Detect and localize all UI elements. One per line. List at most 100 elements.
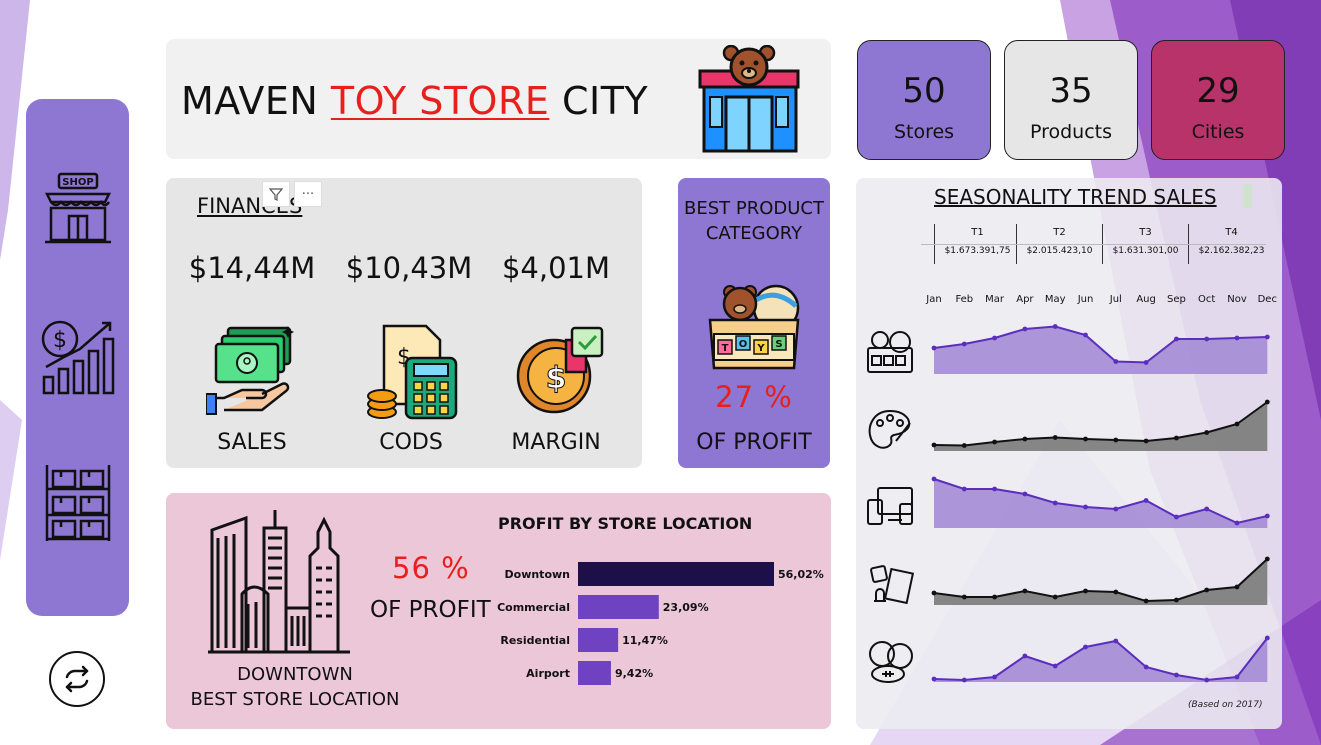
sales-label: SALES bbox=[217, 430, 287, 455]
month-label: Nov bbox=[1227, 294, 1247, 305]
month-label: Feb bbox=[955, 294, 973, 305]
profit-by-location-chart: Downtown 56,02% Commercial 23,09% Residentia… bbox=[497, 562, 824, 685]
margin-value: $4,01M bbox=[501, 251, 611, 285]
series-point bbox=[1083, 332, 1088, 338]
bar-data-label: 9,42% bbox=[615, 667, 653, 680]
month-label: Mar bbox=[985, 294, 1005, 305]
title-card: MAVEN TOY STORE CITY bbox=[166, 39, 831, 159]
seasonality-title: SEASONALITY TREND SALES bbox=[934, 185, 1217, 209]
svg-text:O: O bbox=[739, 339, 748, 350]
bar-downtown bbox=[578, 562, 774, 586]
series-point bbox=[1204, 587, 1210, 593]
series-point bbox=[1083, 644, 1088, 650]
cods-value: $10,43M bbox=[345, 251, 473, 285]
electronics-icon bbox=[867, 487, 913, 525]
series-point bbox=[961, 486, 967, 492]
series-point bbox=[1264, 635, 1270, 641]
toy-store-icon bbox=[698, 45, 800, 153]
finances-card: FINANCES $14,44M $10,43M $4,01M $ $ SALE… bbox=[166, 178, 642, 468]
series-point bbox=[1143, 498, 1149, 503]
bar-chart-title: PROFIT BY STORE LOCATION bbox=[498, 514, 753, 533]
nav-shop-button[interactable]: SHOP bbox=[40, 171, 116, 247]
svg-text:$: $ bbox=[53, 328, 67, 353]
reset-button[interactable] bbox=[49, 651, 105, 707]
nav-inventory-button[interactable] bbox=[40, 465, 116, 541]
series-point bbox=[1083, 436, 1088, 442]
series-point bbox=[931, 676, 937, 682]
kpi-label: Stores bbox=[893, 121, 955, 143]
series-point bbox=[931, 476, 937, 482]
bar-category-label: Airport bbox=[526, 667, 570, 680]
kpi-stores: 50 Stores bbox=[857, 40, 991, 160]
bar-data-label: 56,02% bbox=[778, 568, 824, 581]
series-point bbox=[1234, 421, 1240, 427]
best-product-title: BEST PRODUCT CATEGORY bbox=[684, 198, 824, 244]
kpi-value: 50 bbox=[902, 71, 946, 111]
series-point bbox=[1113, 589, 1119, 595]
series-point bbox=[1022, 653, 1028, 659]
series-point bbox=[992, 674, 997, 680]
series-point bbox=[1052, 500, 1058, 506]
best-product-percent: 27 % bbox=[715, 380, 793, 414]
city-skyline-icon bbox=[208, 510, 350, 654]
toys-icon bbox=[867, 331, 913, 373]
best-product-of-profit: OF PROFIT bbox=[696, 430, 812, 455]
bar-airport bbox=[578, 661, 611, 685]
series-point bbox=[992, 594, 997, 600]
bar-commercial bbox=[578, 595, 659, 619]
bar-category-label: Residential bbox=[500, 634, 570, 647]
month-label: Jul bbox=[1109, 294, 1122, 305]
series-point bbox=[1264, 513, 1270, 519]
series-point bbox=[1052, 324, 1058, 329]
seasonality-chart: Jan Feb Mar Apr May Jun Jul Aug Sep Oct Nov Dec bbox=[867, 294, 1277, 683]
series-point bbox=[1083, 504, 1088, 510]
money-hand-icon bbox=[206, 326, 294, 415]
series-point bbox=[1174, 597, 1179, 603]
bar-data-label: 11,47% bbox=[622, 634, 668, 647]
month-label: Apr bbox=[1016, 294, 1034, 305]
series-area bbox=[934, 479, 1268, 528]
series-point bbox=[931, 442, 937, 448]
sports-balls-icon bbox=[869, 641, 913, 683]
series-area bbox=[934, 559, 1268, 605]
series-point bbox=[1022, 436, 1028, 442]
series-point bbox=[961, 341, 967, 347]
month-label: Oct bbox=[1198, 294, 1215, 305]
series-point bbox=[1113, 506, 1119, 512]
bar-data-label: 23,09% bbox=[663, 601, 709, 614]
series-point bbox=[992, 335, 997, 341]
series-point bbox=[1052, 435, 1058, 440]
series-point bbox=[1143, 438, 1149, 444]
kpi-products: 35 Products bbox=[1004, 40, 1138, 160]
month-label: May bbox=[1045, 294, 1066, 305]
panel-toggle[interactable] bbox=[1243, 184, 1252, 208]
series-point bbox=[1143, 360, 1149, 365]
series-point bbox=[1174, 435, 1179, 441]
toy-box-icon: T O Y S bbox=[708, 284, 800, 370]
margin-label: MARGIN bbox=[511, 430, 601, 455]
kpi-value: 29 bbox=[1196, 71, 1240, 111]
seasonality-note: (Based on 2017) bbox=[1188, 700, 1263, 710]
filter-icon bbox=[269, 188, 283, 201]
month-label: Aug bbox=[1136, 294, 1156, 305]
series-point bbox=[1022, 491, 1028, 497]
kpi-value: 35 bbox=[1049, 71, 1093, 111]
series-point bbox=[1264, 556, 1270, 562]
more-options-button[interactable]: ··· bbox=[294, 181, 322, 207]
art-palette-icon bbox=[868, 409, 911, 449]
bar-residential bbox=[578, 628, 619, 652]
cods-label: CODS bbox=[379, 430, 443, 455]
calculator-icon: $ bbox=[367, 324, 458, 420]
series-point bbox=[992, 486, 997, 492]
series-point bbox=[1143, 664, 1149, 670]
series-point bbox=[931, 590, 937, 596]
nav-finance-button[interactable]: $ bbox=[40, 319, 116, 395]
series-point bbox=[1174, 672, 1179, 678]
filter-button[interactable] bbox=[262, 181, 290, 207]
series-point bbox=[1264, 399, 1270, 405]
series-point bbox=[1113, 437, 1119, 443]
inventory-shelf-icon bbox=[45, 465, 111, 541]
series-point bbox=[1204, 430, 1210, 435]
downtown-percent: 56 % bbox=[392, 551, 470, 585]
series-point bbox=[992, 439, 997, 445]
